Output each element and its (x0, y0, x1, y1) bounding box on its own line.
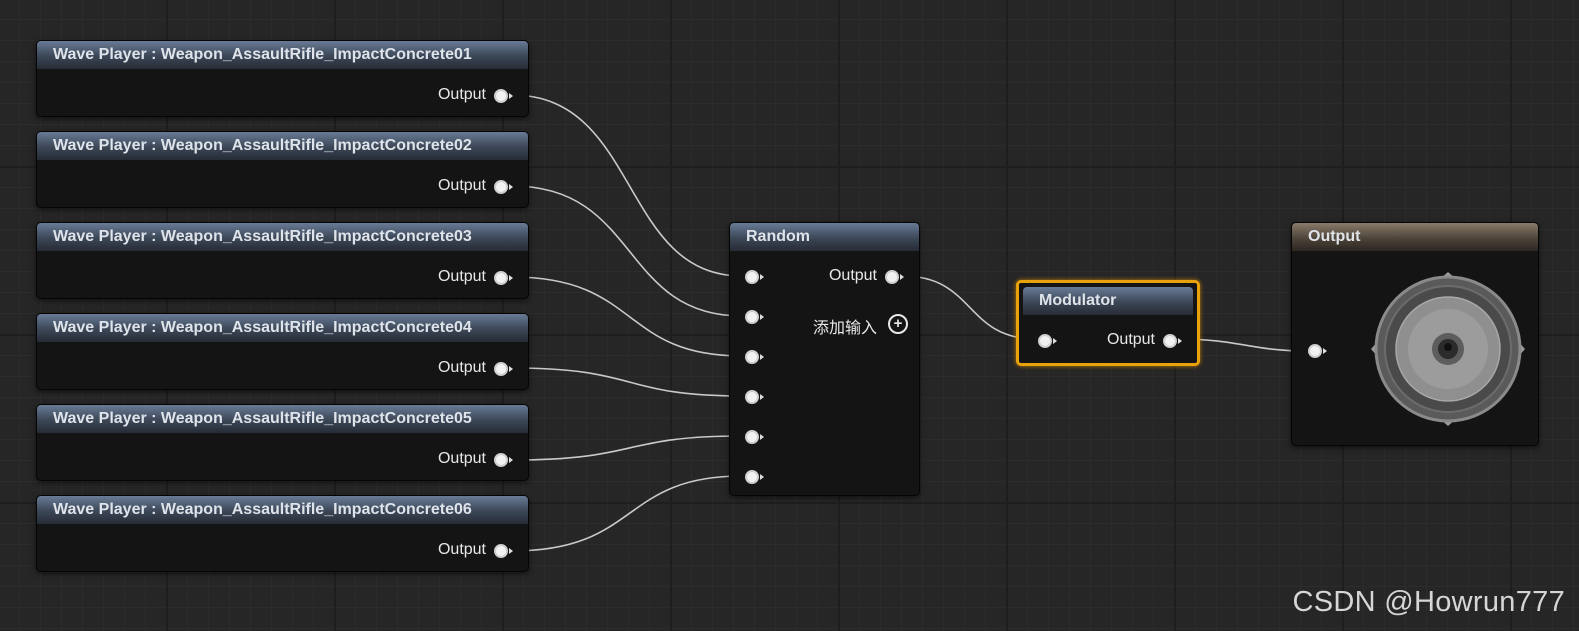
output-pin-label: Output (437, 86, 486, 103)
node-title: Wave Player : Weapon_AssaultRifle_Impact… (37, 41, 528, 69)
node-title: Wave Player : Weapon_AssaultRifle_Impact… (37, 223, 528, 251)
output-pin[interactable] (1163, 334, 1182, 348)
node-title: Wave Player : Weapon_AssaultRifle_Impact… (37, 132, 528, 160)
wire-wp3-random (511, 276, 743, 357)
output-pin-label: Output (437, 359, 486, 376)
wave-player-node-6[interactable]: Wave Player : Weapon_AssaultRifle_Impact… (36, 495, 529, 572)
wave-player-node-1[interactable]: Wave Player : Weapon_AssaultRifle_Impact… (36, 40, 529, 117)
output-pin[interactable] (494, 89, 513, 103)
output-pin[interactable] (494, 271, 513, 285)
output-pin[interactable] (494, 180, 513, 194)
wire-wp1-random (511, 94, 743, 277)
speaker-icon (1371, 272, 1525, 426)
node-title: Output (1292, 223, 1538, 251)
input-pin[interactable] (1038, 334, 1057, 348)
input-pin-1[interactable] (745, 310, 764, 324)
wire-wp4-random (511, 367, 743, 397)
output-pin[interactable] (494, 544, 513, 558)
wire-wp2-random (511, 185, 743, 317)
wave-player-node-2[interactable]: Wave Player : Weapon_AssaultRifle_Impact… (36, 131, 529, 208)
node-title: Wave Player : Weapon_AssaultRifle_Impact… (37, 405, 528, 433)
wave-player-node-5[interactable]: Wave Player : Weapon_AssaultRifle_Impact… (36, 404, 529, 481)
wave-player-node-3[interactable]: Wave Player : Weapon_AssaultRifle_Impact… (36, 222, 529, 299)
input-pin-3[interactable] (745, 390, 764, 404)
output-pin-label: Output (437, 541, 486, 558)
add-input-icon[interactable]: + (888, 314, 908, 334)
output-pin-label: Output (437, 177, 486, 194)
node-title: Wave Player : Weapon_AssaultRifle_Impact… (37, 496, 528, 524)
wave-player-node-4[interactable]: Wave Player : Weapon_AssaultRifle_Impact… (36, 313, 529, 390)
node-title: Random (730, 223, 919, 251)
output-pin-label: Output (437, 268, 486, 285)
output-pin-label: Output (1106, 331, 1155, 348)
wire-wp5-random (511, 435, 743, 461)
output-pin[interactable] (494, 453, 513, 467)
modulator-node[interactable]: Modulator Output (1016, 280, 1200, 366)
output-node[interactable]: Output (1291, 222, 1539, 446)
output-pin[interactable] (494, 362, 513, 376)
node-title: Modulator (1023, 287, 1193, 315)
input-pin-4[interactable] (745, 430, 764, 444)
add-input-label[interactable]: 添加输入 (813, 314, 877, 338)
output-pin-label: Output (437, 450, 486, 467)
input-pin[interactable] (1308, 344, 1327, 358)
node-title: Wave Player : Weapon_AssaultRifle_Impact… (37, 314, 528, 342)
output-pin-label: Output (828, 267, 877, 284)
watermark-text: CSDN @Howrun777 (1292, 586, 1565, 618)
input-pin-0[interactable] (745, 270, 764, 284)
output-pin[interactable] (885, 270, 904, 284)
random-node[interactable]: Random Output 添加输入 + (729, 222, 920, 496)
input-pin-2[interactable] (745, 350, 764, 364)
input-pin-5[interactable] (745, 470, 764, 484)
wire-wp6-random (511, 475, 743, 552)
